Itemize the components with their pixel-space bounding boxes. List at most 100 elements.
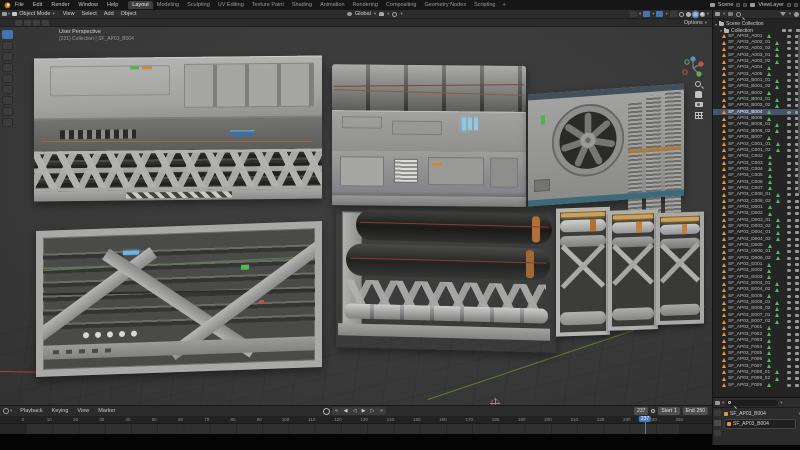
timeline-menu-view[interactable]: View <box>77 408 89 414</box>
hide-viewport-toggle[interactable] <box>787 35 791 38</box>
hide-viewport-toggle[interactable] <box>787 352 791 355</box>
disable-render-toggle[interactable] <box>795 276 799 279</box>
hide-viewport-toggle[interactable] <box>787 314 791 317</box>
current-frame-field[interactable]: 237 <box>634 407 648 415</box>
viewport-zoom-icon[interactable] <box>695 81 701 87</box>
workspace-tab-modeling[interactable]: Modeling <box>153 1 183 9</box>
outliner-options-icon[interactable] <box>794 12 799 17</box>
viewport-perspective-icon[interactable] <box>695 112 703 119</box>
hide-viewport-toggle[interactable] <box>787 143 791 146</box>
proportional-editing-icon[interactable] <box>392 12 397 17</box>
playback-play[interactable]: ▶ <box>359 407 368 415</box>
shading-solid-button[interactable] <box>686 12 691 17</box>
viewport-menu-object[interactable]: Object <box>121 11 137 17</box>
hide-viewport-toggle[interactable] <box>787 219 791 222</box>
shading-dropdown[interactable]: ▾ <box>707 11 709 17</box>
workspace-tab-rendering[interactable]: Rendering <box>349 1 382 9</box>
hide-viewport-toggle[interactable] <box>787 250 791 253</box>
timeline-ruler[interactable]: 0102030405060708090100110120130140150160… <box>0 416 712 424</box>
outliner-editor-type-icon[interactable] <box>715 12 720 16</box>
tool-annotate[interactable] <box>2 96 13 105</box>
disable-render-toggle[interactable] <box>795 288 799 291</box>
options-dropdown[interactable]: Options▾ <box>684 20 707 26</box>
hide-viewport-toggle[interactable] <box>787 162 791 165</box>
tool-transform[interactable] <box>2 85 13 94</box>
show-gizmo-toggle[interactable] <box>643 11 650 17</box>
model-panel-bottom-left[interactable] <box>36 221 322 377</box>
outliner-display-mode-icon[interactable] <box>728 12 733 16</box>
auto-keying-button[interactable] <box>323 408 330 415</box>
workspace-tab-layout[interactable]: Layout <box>128 1 153 9</box>
hide-viewport-toggle[interactable] <box>787 339 791 342</box>
hide-viewport-toggle[interactable] <box>787 371 791 374</box>
model-panel-racks[interactable] <box>556 203 706 342</box>
visibility-toggle[interactable] <box>630 11 637 17</box>
disable-render-toggle[interactable] <box>795 301 799 304</box>
hide-viewport-toggle[interactable] <box>787 136 791 139</box>
disable-render-toggle[interactable] <box>795 314 799 317</box>
hide-viewport-toggle[interactable] <box>787 60 791 63</box>
disable-render-toggle[interactable] <box>795 250 799 253</box>
view-layer-selector[interactable]: ViewLayer <box>758 2 784 8</box>
scene-selector[interactable]: Scene <box>718 2 734 8</box>
disable-render-toggle[interactable] <box>795 282 799 285</box>
disable-render-toggle[interactable] <box>795 231 799 234</box>
hide-viewport-toggle[interactable] <box>787 200 791 203</box>
viewport-camera-icon[interactable] <box>695 102 703 107</box>
tool-move[interactable] <box>2 52 13 61</box>
tool-rotate[interactable] <box>2 63 13 72</box>
hide-viewport-toggle[interactable] <box>787 263 791 266</box>
unlink-scene-button[interactable] <box>743 3 747 7</box>
hide-viewport-toggle[interactable] <box>787 282 791 285</box>
hide-viewport-toggle[interactable] <box>787 212 791 215</box>
shading-rendered-button[interactable] <box>700 12 705 17</box>
timeline-menu-marker[interactable]: Marker <box>98 408 115 414</box>
tab-tool[interactable] <box>714 410 721 416</box>
hide-viewport-toggle[interactable] <box>787 123 791 126</box>
hide-viewport-toggle[interactable] <box>787 155 791 158</box>
disable-render-toggle[interactable] <box>795 257 799 260</box>
playback-jump-to-end[interactable]: » <box>377 407 386 415</box>
disable-render-toggle[interactable] <box>795 263 799 266</box>
blender-logo-icon[interactable] <box>3 1 11 9</box>
new-scene-button[interactable] <box>736 3 740 7</box>
hide-viewport-toggle[interactable] <box>787 320 791 323</box>
snap-magnet-icon[interactable] <box>379 12 384 16</box>
hide-viewport-toggle[interactable] <box>787 257 791 260</box>
hide-viewport-toggle[interactable] <box>787 358 791 361</box>
timeline-editor-type-icon[interactable] <box>3 408 9 414</box>
hide-viewport-toggle[interactable] <box>787 104 791 107</box>
tool-scale[interactable] <box>2 74 13 83</box>
topbar-menu-help[interactable]: Help <box>107 2 118 8</box>
remove-view-layer-button[interactable] <box>794 3 798 7</box>
model-panel-top-left[interactable] <box>34 55 322 201</box>
tool-measure[interactable] <box>2 107 13 116</box>
topbar-menu-file[interactable]: File <box>15 2 24 8</box>
tool-setting-select-box[interactable] <box>15 20 22 26</box>
playback-jump-to-start[interactable]: « <box>332 407 341 415</box>
disable-render-toggle[interactable] <box>795 352 799 355</box>
hide-viewport-toggle[interactable] <box>787 79 791 82</box>
hide-viewport-toggle[interactable] <box>787 174 791 177</box>
hide-viewport-toggle[interactable] <box>787 130 791 133</box>
properties-search-input[interactable] <box>726 400 778 406</box>
properties-filter-dropdown[interactable]: ▾ <box>780 400 782 406</box>
workspace-tab-animation[interactable]: Animation <box>316 1 348 9</box>
disable-render-toggle[interactable] <box>795 295 799 298</box>
tool-setting-select-mode-extend[interactable] <box>24 20 31 26</box>
model-panel-fan[interactable] <box>528 84 684 207</box>
hide-viewport-toggle[interactable] <box>787 168 791 171</box>
timeline-menu-playback[interactable]: Playback <box>20 408 42 414</box>
topbar-menu-window[interactable]: Window <box>78 2 98 8</box>
topbar-menu-render[interactable]: Render <box>51 2 69 8</box>
hide-viewport-toggle[interactable] <box>787 276 791 279</box>
playback-next-keyframe[interactable]: ▷ <box>368 407 377 415</box>
model-panel-tanks[interactable] <box>336 207 556 353</box>
workspace-tab-sculpting[interactable]: Sculpting <box>183 1 214 9</box>
workspace-tab-texture-paint[interactable]: Texture Paint <box>248 1 288 9</box>
disable-render-toggle[interactable] <box>795 238 799 241</box>
tab-object[interactable] <box>714 420 721 426</box>
disable-render-toggle[interactable] <box>795 371 799 374</box>
disable-render-toggle[interactable] <box>795 307 799 310</box>
new-view-layer-button[interactable] <box>787 3 791 7</box>
